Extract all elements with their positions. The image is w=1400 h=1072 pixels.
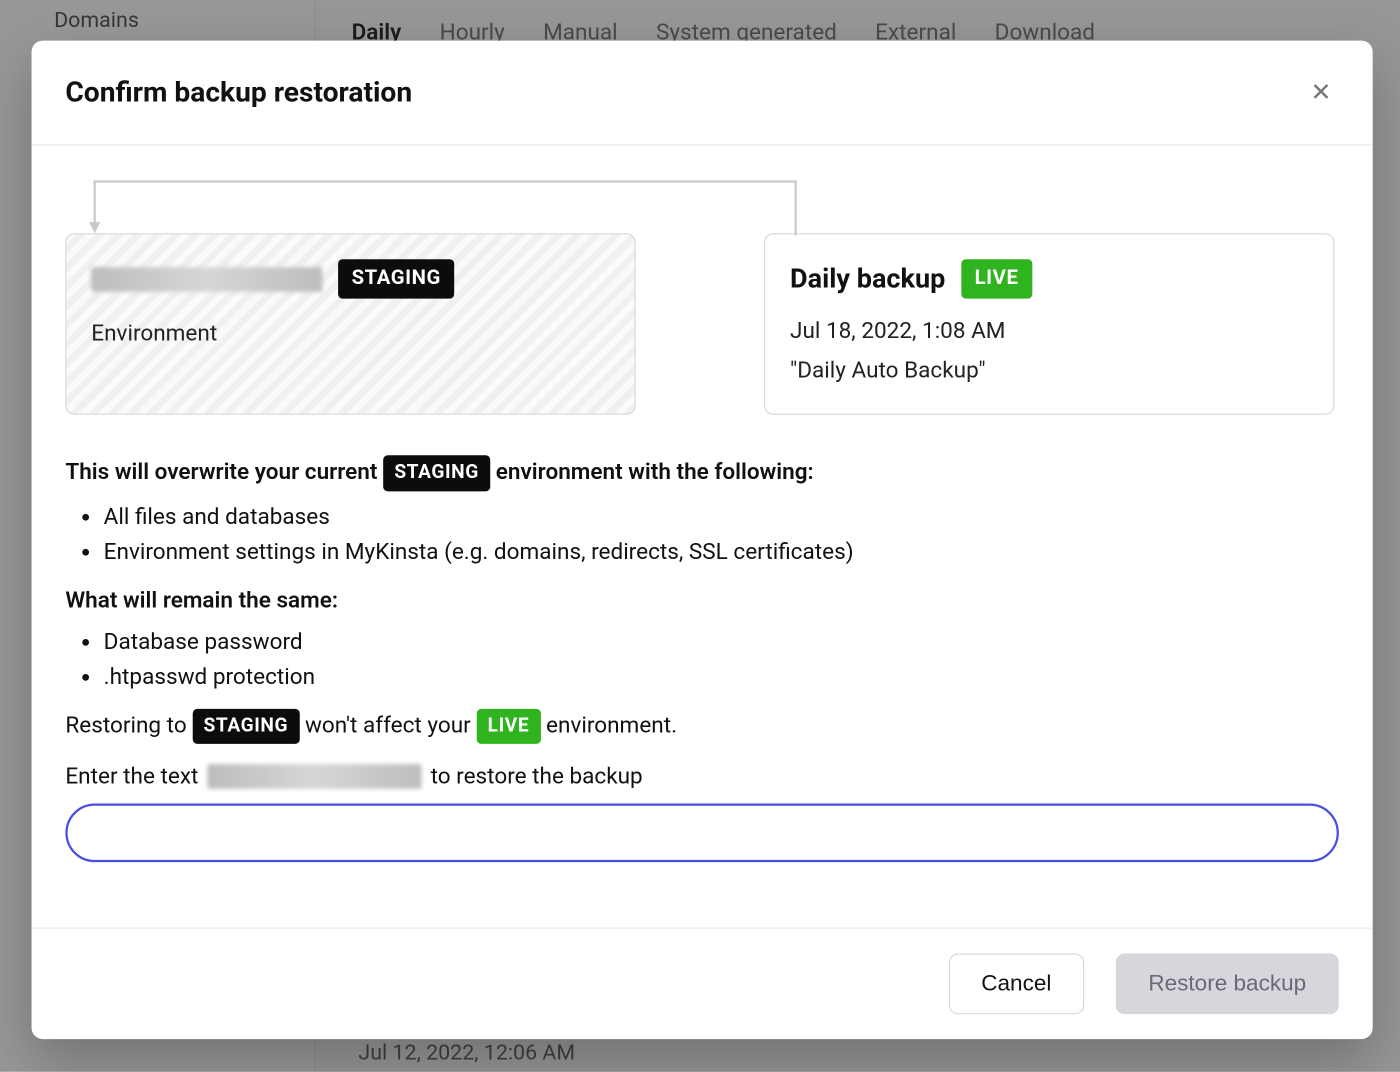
restore-direction-arrow [88, 177, 1339, 233]
restore-backup-button[interactable]: Restore backup [1116, 953, 1339, 1014]
source-backup-label: "Daily Auto Backup" [790, 354, 1308, 387]
remain-item: .htpasswd protection [104, 660, 1339, 693]
confirm-restore-modal: Confirm backup restoration ✕ STAGING Env… [32, 41, 1373, 1040]
target-environment-subtitle: Environment [91, 317, 609, 350]
close-button[interactable]: ✕ [1303, 74, 1339, 110]
remain-heading: What will remain the same: [65, 583, 1339, 616]
overwrite-list: All files and databases Environment sett… [104, 500, 1339, 568]
live-badge-inline: LIVE [476, 709, 540, 745]
target-environment-card: STAGING Environment [65, 233, 635, 415]
live-badge: LIVE [961, 259, 1032, 299]
confirm-phrase-redacted [207, 764, 421, 789]
close-icon: ✕ [1310, 78, 1331, 106]
confirm-text-input[interactable] [65, 804, 1339, 863]
staging-badge-inline: STAGING [383, 455, 490, 491]
staging-badge: STAGING [338, 259, 454, 299]
confirm-prompt: Enter the text to restore the backup [65, 760, 1339, 793]
modal-footer: Cancel Restore backup [32, 928, 1373, 1040]
target-environment-name-redacted [91, 267, 322, 292]
modal-title: Confirm backup restoration [65, 76, 412, 109]
overwrite-item: Environment settings in MyKinsta (e.g. d… [104, 535, 1339, 568]
modal-header: Confirm backup restoration ✕ [32, 41, 1373, 146]
cancel-button[interactable]: Cancel [949, 953, 1085, 1014]
overwrite-item: All files and databases [104, 500, 1339, 533]
source-backup-title: Daily backup [790, 259, 945, 298]
source-backup-timestamp: Jul 18, 2022, 1:08 AM [790, 315, 1308, 348]
modal-body: STAGING Environment Daily backup LIVE Ju… [32, 145, 1373, 927]
restoring-note: Restoring to STAGING won't affect your L… [65, 709, 1339, 745]
source-backup-card: Daily backup LIVE Jul 18, 2022, 1:08 AM … [764, 233, 1334, 415]
remain-item: Database password [104, 625, 1339, 658]
remain-list: Database password .htpasswd protection [104, 625, 1339, 693]
overwrite-warning: This will overwrite your current STAGING… [65, 455, 1339, 491]
staging-badge-inline-2: STAGING [192, 709, 299, 745]
